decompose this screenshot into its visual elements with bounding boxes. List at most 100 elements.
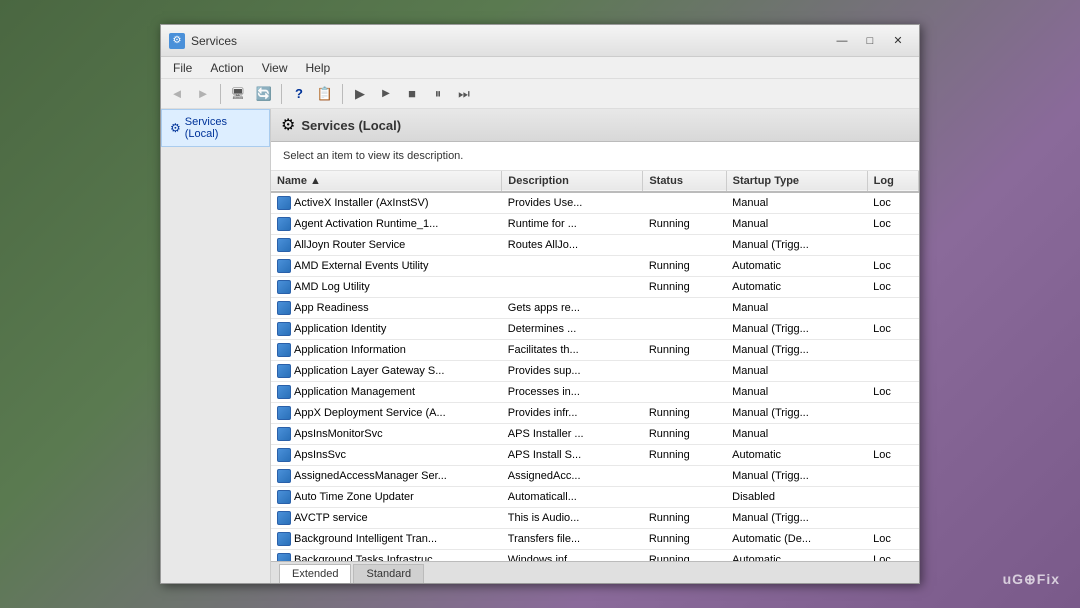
export-button[interactable]: 📋 — [313, 82, 337, 106]
table-row[interactable]: Application ManagementProcesses in...Man… — [271, 382, 919, 403]
table-row[interactable]: Application IdentityDetermines ...Manual… — [271, 319, 919, 340]
service-log-cell: Loc — [867, 192, 918, 214]
table-row[interactable]: AMD External Events UtilityRunningAutoma… — [271, 256, 919, 277]
table-row[interactable]: Application Layer Gateway S...Provides s… — [271, 361, 919, 382]
service-status-cell: Running — [643, 277, 726, 298]
service-icon — [277, 280, 291, 294]
service-desc-cell: Windows inf... — [502, 550, 643, 562]
table-row[interactable]: AMD Log UtilityRunningAutomaticLoc — [271, 277, 919, 298]
service-name-cell: ApsInsSvc — [271, 445, 502, 466]
content-header-title: Services (Local) — [301, 118, 401, 133]
content-header-icon: ⚙ — [281, 115, 295, 135]
service-startup-cell: Manual — [726, 214, 867, 235]
table-row[interactable]: ApsInsSvcAPS Install S...RunningAutomati… — [271, 445, 919, 466]
service-name-cell: AVCTP service — [271, 508, 502, 529]
service-startup-cell: Manual — [726, 298, 867, 319]
service-startup-cell: Automatic — [726, 256, 867, 277]
service-name-cell: Application Management — [271, 382, 502, 403]
col-header-description[interactable]: Description — [502, 171, 643, 192]
table-row[interactable]: Application InformationFacilitates th...… — [271, 340, 919, 361]
table-row[interactable]: Auto Time Zone UpdaterAutomaticall...Dis… — [271, 487, 919, 508]
table-row[interactable]: ApsInsMonitorSvcAPS Installer ...Running… — [271, 424, 919, 445]
service-log-cell: Loc — [867, 445, 918, 466]
start-alt-button[interactable]: ▶ — [374, 82, 398, 106]
table-row[interactable]: Background Intelligent Tran...Transfers … — [271, 529, 919, 550]
services-rows: ActiveX Installer (AxInstSV)Provides Use… — [271, 192, 919, 561]
service-status-cell — [643, 192, 726, 214]
col-header-name[interactable]: Name ▲ — [271, 171, 502, 192]
table-row[interactable]: AVCTP serviceThis is Audio...RunningManu… — [271, 508, 919, 529]
col-header-log[interactable]: Log — [867, 171, 918, 192]
forward-button[interactable]: ► — [191, 82, 215, 106]
service-startup-cell: Manual (Trigg... — [726, 508, 867, 529]
back-button[interactable]: ◄ — [165, 82, 189, 106]
service-startup-cell: Manual (Trigg... — [726, 340, 867, 361]
col-header-status[interactable]: Status — [643, 171, 726, 192]
col-header-startup-type[interactable]: Startup Type — [726, 171, 867, 192]
service-startup-cell: Manual — [726, 382, 867, 403]
service-log-cell — [867, 403, 918, 424]
service-status-cell — [643, 382, 726, 403]
stop-button[interactable]: ■ — [400, 82, 424, 106]
minimize-button[interactable]: — — [829, 31, 855, 51]
maximize-button[interactable]: □ — [857, 31, 883, 51]
service-desc-cell: Provides sup... — [502, 361, 643, 382]
service-status-cell — [643, 319, 726, 340]
tabs-bar: Extended Standard — [271, 561, 919, 583]
main-content: ⚙ Services (Local) ⚙ Services (Local) Se… — [161, 109, 919, 583]
toolbar-separator-2 — [281, 84, 282, 104]
table-row[interactable]: App ReadinessGets apps re...Manual — [271, 298, 919, 319]
services-table[interactable]: Name ▲ Description Status Startup Type L… — [271, 171, 919, 561]
service-name-cell: Agent Activation Runtime_1... — [271, 214, 502, 235]
service-desc-cell: Transfers file... — [502, 529, 643, 550]
menu-action[interactable]: Action — [202, 58, 251, 78]
refresh-button[interactable]: 🔄 — [252, 82, 276, 106]
table-row[interactable]: AllJoyn Router ServiceRoutes AllJo...Man… — [271, 235, 919, 256]
table-row[interactable]: AppX Deployment Service (A...Provides in… — [271, 403, 919, 424]
menu-file[interactable]: File — [165, 58, 200, 78]
service-icon — [277, 238, 291, 252]
service-log-cell — [867, 340, 918, 361]
sidebar-item-services-local[interactable]: ⚙ Services (Local) — [161, 109, 270, 147]
service-log-cell: Loc — [867, 256, 918, 277]
tab-extended[interactable]: Extended — [279, 564, 351, 583]
table-row[interactable]: Agent Activation Runtime_1...Runtime for… — [271, 214, 919, 235]
service-icon — [277, 301, 291, 315]
pause-button[interactable]: ⏸ — [426, 82, 450, 106]
service-name-cell: AssignedAccessManager Ser... — [271, 466, 502, 487]
help-button[interactable]: ? — [287, 82, 311, 106]
window-controls: — □ ✕ — [829, 31, 911, 51]
service-log-cell — [867, 361, 918, 382]
service-icon — [277, 532, 291, 546]
service-icon — [277, 469, 291, 483]
service-log-cell: Loc — [867, 550, 918, 562]
close-button[interactable]: ✕ — [885, 31, 911, 51]
window-icon: ⚙ — [169, 33, 185, 49]
watermark: uG⊕Fix — [1003, 571, 1060, 588]
service-desc-cell — [502, 256, 643, 277]
services-window: ⚙ Services — □ ✕ File Action View Help ◄… — [160, 24, 920, 584]
show-tree-button[interactable]: 🖥 — [226, 82, 250, 106]
table-row[interactable]: Background Tasks Infrastruc...Windows in… — [271, 550, 919, 562]
restart-button[interactable]: ⏭ — [452, 82, 476, 106]
toolbar-separator-1 — [220, 84, 221, 104]
table-row[interactable]: AssignedAccessManager Ser...AssignedAcc.… — [271, 466, 919, 487]
service-log-cell: Loc — [867, 319, 918, 340]
service-status-cell: Running — [643, 424, 726, 445]
service-status-cell: Running — [643, 214, 726, 235]
window-title: Services — [191, 34, 829, 48]
start-button[interactable]: ▶ — [348, 82, 372, 106]
service-log-cell — [867, 487, 918, 508]
description-panel: Select an item to view its description. — [271, 142, 919, 171]
service-status-cell — [643, 361, 726, 382]
menu-view[interactable]: View — [254, 58, 296, 78]
service-status-cell — [643, 235, 726, 256]
service-icon — [277, 490, 291, 504]
table-row[interactable]: ActiveX Installer (AxInstSV)Provides Use… — [271, 192, 919, 214]
service-log-cell — [867, 424, 918, 445]
service-name-cell: ApsInsMonitorSvc — [271, 424, 502, 445]
service-desc-cell: Gets apps re... — [502, 298, 643, 319]
tab-standard[interactable]: Standard — [353, 564, 424, 583]
service-icon — [277, 322, 291, 336]
menu-help[interactable]: Help — [298, 58, 339, 78]
